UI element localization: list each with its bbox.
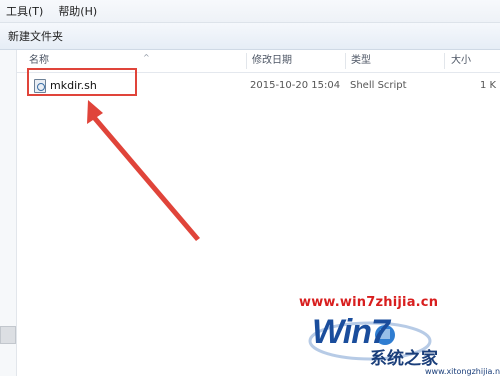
watermark-url: www.win7zhijia.cn [299,295,439,310]
watermark-logo: Win7 系统之家 www.xitongzhijia.net [300,311,500,376]
watermark-sub-url: www.xitongzhijia.net [425,367,500,376]
watermark-brand: 系统之家 [370,349,438,369]
